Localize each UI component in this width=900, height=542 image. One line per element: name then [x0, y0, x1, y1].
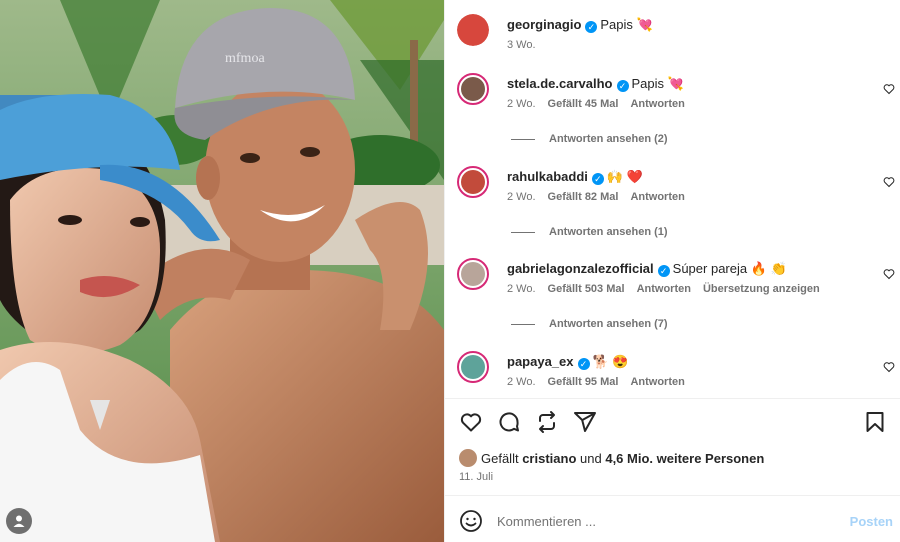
caption-avatar[interactable]	[457, 14, 489, 46]
comment-heart-icon[interactable]	[883, 176, 895, 188]
comment-item: papaya_ex ✓ 🐕 😍 2 Wo. Gefällt 95 Mal Antwort…	[457, 351, 895, 391]
comment-likes[interactable]: Gefällt 45 Mal	[548, 98, 619, 110]
comment-text: 🐕 😍	[592, 354, 629, 369]
likes-count[interactable]: 4,6 Mio. weitere Personen	[605, 451, 764, 466]
translate-button[interactable]: Übersetzung anzeigen	[703, 283, 820, 295]
heart-icon[interactable]	[459, 410, 483, 434]
comment-time: 2 Wo.	[507, 283, 536, 295]
comment-likes[interactable]: Gefällt 82 Mal	[548, 191, 619, 203]
comments-list[interactable]: georginagio ✓ Papis 💘 3 Wo. stela.de.carva…	[445, 0, 900, 398]
comment-bar: Posten	[445, 505, 900, 542]
verified-icon: ✓	[591, 173, 604, 185]
comment-avatar[interactable]	[457, 73, 489, 105]
reply-button[interactable]: Antworten	[630, 376, 684, 388]
caption-text: Papis 💘	[600, 17, 653, 32]
caption-time: 3 Wo.	[507, 39, 536, 51]
verified-icon: ✓	[616, 80, 629, 92]
comment-username[interactable]: stela.de.carvalho	[507, 76, 613, 91]
caption: georginagio ✓ Papis 💘 3 Wo.	[457, 14, 895, 56]
comment-avatar[interactable]	[457, 351, 489, 383]
user-tag-icon	[13, 515, 25, 527]
view-replies-button[interactable]: Antworten ansehen (7)	[511, 318, 668, 330]
comment-item: rahulkabaddi ✓ 🙌 ❤️ 2 Wo. Gefällt 82 Mal Ant…	[457, 166, 895, 206]
reply-button[interactable]: Antworten	[630, 191, 684, 203]
comment-item: stela.de.carvalho ✓ Papis 💘 2 Wo. Gefällt 4…	[457, 73, 895, 113]
send-icon[interactable]	[573, 410, 597, 434]
comment-likes[interactable]: Gefällt 503 Mal	[548, 283, 625, 295]
action-bar	[459, 410, 887, 434]
comment-text: Papis 💘	[631, 76, 684, 91]
post-sidebar: georginagio ✓ Papis 💘 3 Wo. stela.de.carva…	[444, 0, 900, 542]
divider	[445, 495, 900, 496]
likes-summary[interactable]: Gefällt cristiano und 4,6 Mio. weitere P…	[459, 449, 764, 467]
view-replies-button[interactable]: Antworten ansehen (2)	[511, 133, 668, 145]
comment-input[interactable]	[497, 511, 827, 531]
comment-text: 🙌 ❤️	[606, 169, 643, 184]
comment-heart-icon[interactable]	[883, 268, 895, 280]
reply-button[interactable]: Antworten	[637, 283, 691, 295]
comment-avatar[interactable]	[457, 166, 489, 198]
comment-item: gabrielagonzalezofficial ✓ Súper pareja 🔥 …	[457, 258, 895, 298]
comment-heart-icon[interactable]	[883, 361, 895, 373]
emoji-icon[interactable]	[459, 509, 483, 533]
comment-username[interactable]: rahulkabaddi	[507, 169, 588, 184]
comment-time: 2 Wo.	[507, 98, 536, 110]
cap-text: mfmoa	[225, 51, 265, 66]
post-photo[interactable]: mfmoa	[0, 0, 444, 542]
reply-button[interactable]: Antworten	[630, 98, 684, 110]
verified-icon: ✓	[577, 358, 590, 370]
liker-avatar	[459, 449, 477, 467]
comment-time: 2 Wo.	[507, 376, 536, 388]
comment-username[interactable]: gabrielagonzalezofficial	[507, 261, 654, 276]
divider	[445, 398, 900, 399]
post-comment-button[interactable]: Posten	[850, 514, 893, 529]
post-date[interactable]: 11. Juli	[459, 471, 493, 483]
bookmark-icon[interactable]	[863, 410, 887, 434]
liker-username[interactable]: cristiano	[522, 451, 576, 466]
comment-username[interactable]: papaya_ex	[507, 354, 574, 369]
verified-icon: ✓	[585, 21, 598, 33]
comment-time: 2 Wo.	[507, 191, 536, 203]
comment-avatar[interactable]	[457, 258, 489, 290]
comment-icon[interactable]	[497, 410, 521, 434]
share-icon[interactable]	[535, 410, 559, 434]
post-image: mfmoa	[0, 0, 444, 542]
comment-text: Súper pareja 🔥 👏	[672, 261, 787, 276]
comment-heart-icon[interactable]	[883, 83, 895, 95]
user-tag-button[interactable]	[6, 508, 32, 534]
comment-likes[interactable]: Gefällt 95 Mal	[548, 376, 619, 388]
caption-username[interactable]: georginagio	[507, 17, 581, 32]
verified-icon: ✓	[657, 265, 670, 277]
view-replies-button[interactable]: Antworten ansehen (1)	[511, 226, 668, 238]
